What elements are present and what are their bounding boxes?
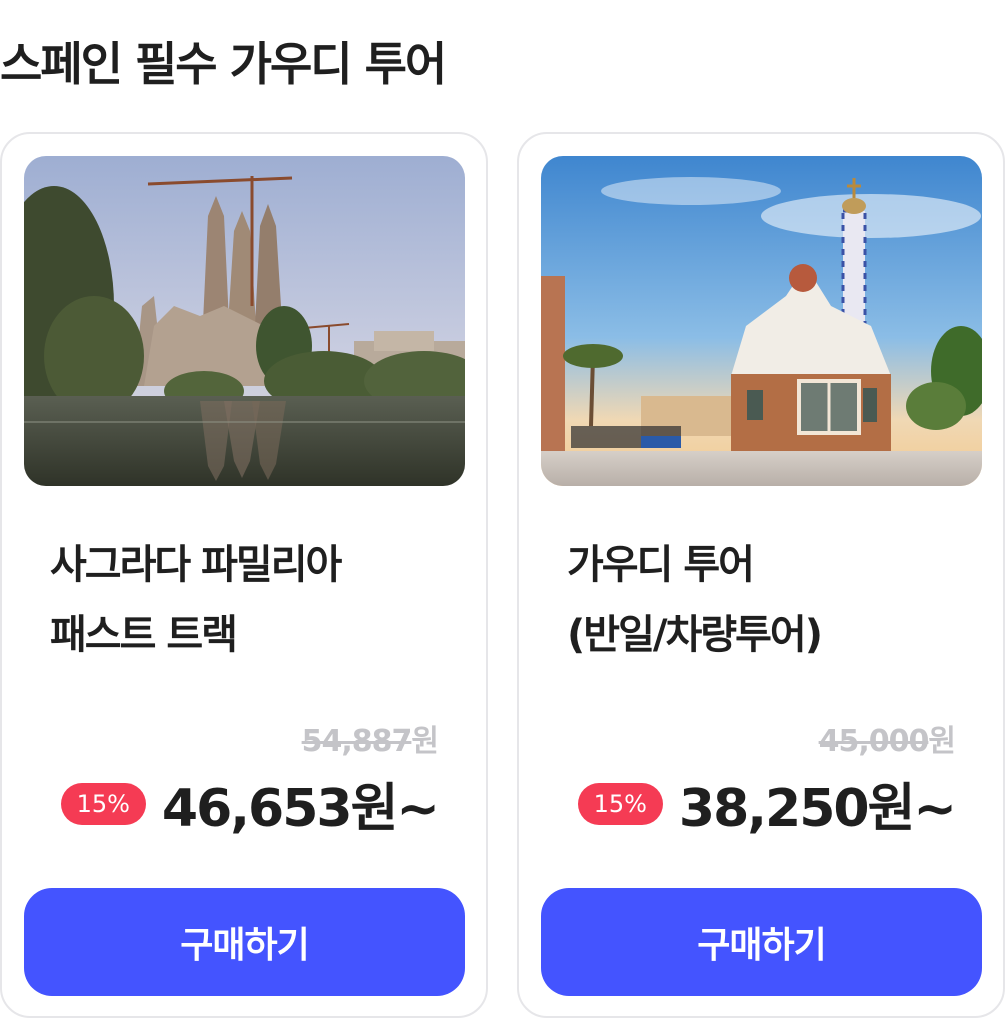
product-name-line1: 가우디 투어: [567, 542, 755, 588]
sale-price: 46,653원~: [161, 779, 440, 839]
product-image-sagrada-familia[interactable]: [24, 156, 465, 486]
section-title: 스페인 필수 가우디 투어: [0, 37, 447, 91]
discount-badge: 15%: [60, 782, 146, 825]
original-price-value: 45,000: [818, 724, 930, 759]
buy-button[interactable]: 구매하기: [541, 888, 982, 996]
original-price-value: 54,887: [301, 724, 413, 759]
price-row: 15% 46,653원~: [60, 766, 440, 841]
product-name-line1: 사그라다 파밀리아: [50, 542, 342, 588]
discount-badge: 15%: [577, 782, 663, 825]
product-name-line2: (반일/차량투어): [567, 612, 823, 658]
product-name-line2: 패스트 트랙: [50, 612, 238, 658]
product-name[interactable]: 가우디 투어 (반일/차량투어): [567, 530, 977, 670]
original-price: 45,000원: [818, 716, 956, 760]
product-name[interactable]: 사그라다 파밀리아 패스트 트랙: [50, 530, 460, 670]
price-row: 15% 38,250원~: [577, 766, 957, 841]
original-price-unit: 원: [411, 724, 439, 759]
product-image-park-guell[interactable]: [541, 156, 982, 486]
product-card-sagrada-familia[interactable]: 사그라다 파밀리아 패스트 트랙 54,887원 15% 46,653원~ 구매…: [0, 132, 488, 1018]
sale-price: 38,250원~: [678, 779, 957, 839]
original-price: 54,887원: [301, 716, 439, 760]
buy-button[interactable]: 구매하기: [24, 888, 465, 996]
original-price-unit: 원: [928, 724, 956, 759]
product-card-gaudi-tour[interactable]: 가우디 투어 (반일/차량투어) 45,000원 15% 38,250원~ 구매…: [517, 132, 1005, 1018]
